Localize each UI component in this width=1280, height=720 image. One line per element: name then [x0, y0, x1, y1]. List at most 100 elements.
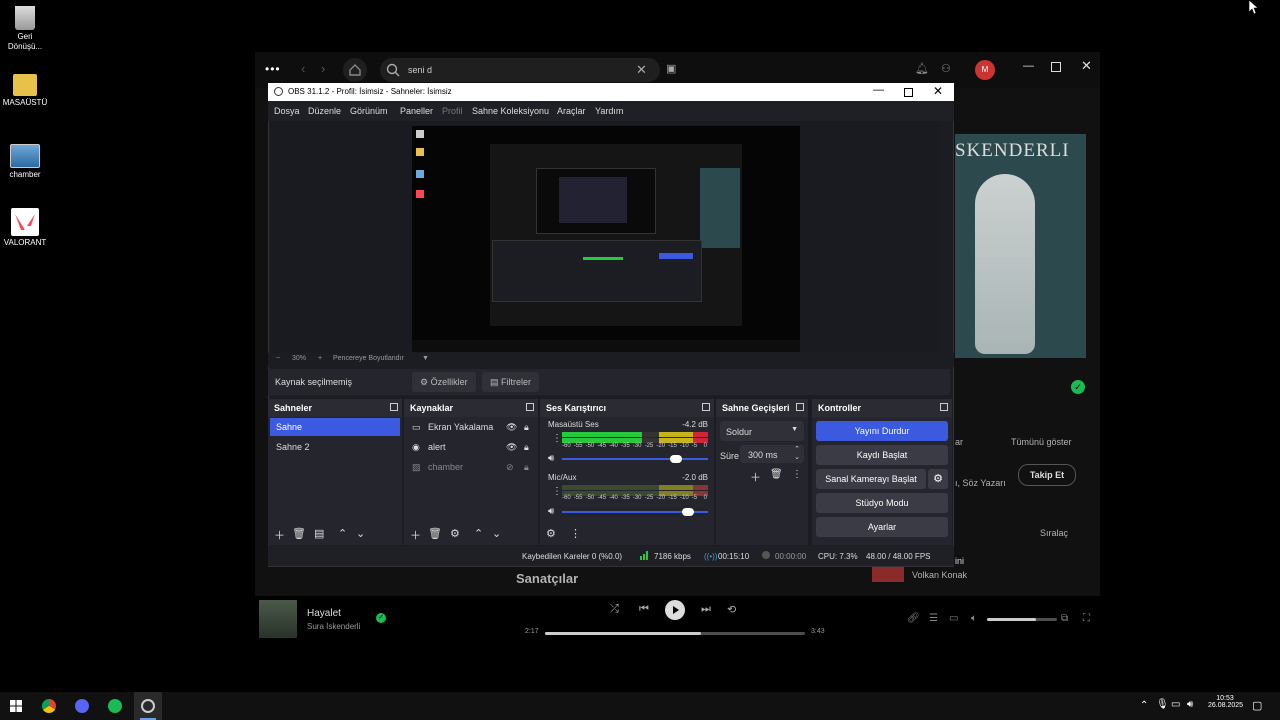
chrome-icon[interactable]: [42, 699, 56, 713]
stop-streaming-button[interactable]: Yayını Durdur: [816, 421, 948, 441]
play-button[interactable]: [665, 600, 685, 620]
more-icon[interactable]: •••: [265, 62, 281, 76]
lock-icon[interactable]: 🔒︎: [524, 418, 529, 436]
desktop-icon-chamber[interactable]: chamber: [0, 144, 50, 179]
menu-profil[interactable]: Profil: [442, 106, 463, 116]
devices-icon[interactable]: ▭: [949, 613, 958, 624]
spotify-search-input[interactable]: seni d ✕: [380, 58, 660, 82]
studio-mode-button[interactable]: Stüdyo Modu: [816, 493, 948, 513]
zoom-fit-select[interactable]: Pencereye Boyutlandır: [333, 355, 404, 362]
bell-icon[interactable]: 🔔︎: [915, 62, 929, 75]
home-button[interactable]: [343, 58, 367, 82]
transition-select[interactable]: Soldur ▼: [720, 421, 804, 441]
undock-icon[interactable]: [940, 403, 948, 411]
advanced-audio-icon[interactable]: ⚙: [546, 527, 556, 540]
add-icon[interactable]: ＋: [410, 527, 421, 543]
lock-icon[interactable]: 🔒︎: [524, 438, 529, 456]
obs-taskbar-button[interactable]: [134, 692, 162, 720]
menu-dosya[interactable]: Dosya: [274, 106, 300, 116]
menu-paneller[interactable]: Paneller: [400, 106, 433, 116]
start-recording-button[interactable]: Kaydı Başlat: [816, 445, 948, 465]
close-icon[interactable]: ✕: [1081, 58, 1092, 74]
menu-araclar[interactable]: Araçlar: [557, 106, 586, 116]
mixer-menu-icon[interactable]: ⋮: [552, 486, 562, 497]
link-icon[interactable]: 🔗︎: [907, 613, 920, 624]
friends-icon[interactable]: ⚇: [941, 62, 951, 75]
volume-slider[interactable]: [987, 618, 1057, 621]
menu-duzenle[interactable]: Düzenle: [308, 106, 341, 116]
spin-up-icon[interactable]: ⌃: [794, 445, 800, 453]
add-icon[interactable]: ＋: [274, 527, 285, 543]
volume-slider-knob[interactable]: [681, 508, 694, 516]
speaker-icon[interactable]: 🔊︎: [548, 506, 554, 517]
volume-slider-knob[interactable]: [669, 455, 682, 463]
scene-item[interactable]: Sahne: [270, 418, 400, 436]
start-virtual-camera-button[interactable]: Sanal Kamerayı Başlat: [816, 469, 926, 489]
lock-icon[interactable]: 🔒︎: [524, 458, 529, 476]
desktop-icon-recycle-bin[interactable]: Geri Dönüşü...: [0, 6, 50, 52]
volume-slider[interactable]: [562, 508, 708, 516]
source-item-chamber[interactable]: ▨ chamber ⊘ 🔒︎: [406, 458, 536, 476]
undock-icon[interactable]: [702, 403, 710, 411]
obs-close-icon[interactable]: ✕: [933, 84, 943, 98]
volume-icon[interactable]: 🔈︎: [971, 613, 977, 624]
clock[interactable]: 10:53 26.08.2025: [1208, 695, 1243, 709]
microphone-icon[interactable]: 🎙︎: [1156, 699, 1169, 710]
back-icon[interactable]: ‹: [301, 61, 305, 76]
volume-slider[interactable]: [562, 455, 708, 463]
maximize-icon[interactable]: [1051, 62, 1061, 72]
duration-spinbox[interactable]: 300 ms ⌃ ⌄: [740, 445, 804, 463]
follow-button[interactable]: Takip Et: [1018, 464, 1076, 486]
zoom-in-button[interactable]: +: [318, 355, 322, 362]
browse-icon[interactable]: ▣: [666, 62, 676, 75]
speaker-icon[interactable]: 🔊︎: [1187, 699, 1193, 710]
spin-down-icon[interactable]: ⌄: [794, 453, 800, 461]
gear-icon[interactable]: ⚙: [450, 527, 460, 540]
undock-icon[interactable]: [390, 403, 398, 411]
clear-search-icon[interactable]: ✕: [636, 62, 647, 78]
move-down-icon[interactable]: ⌄: [356, 527, 365, 540]
preview-canvas[interactable]: [412, 126, 800, 352]
obs-maximize-icon[interactable]: [904, 88, 913, 97]
repeat-icon[interactable]: ⟲: [727, 603, 736, 616]
source-item-alert[interactable]: ◉ alert 👁︎ 🔒︎: [406, 438, 536, 456]
fullscreen-icon[interactable]: ⛶: [1083, 613, 1090, 624]
desktop-icon-valorant[interactable]: VALORANT: [0, 208, 50, 247]
source-item-ekran-yakalama[interactable]: ▭ Ekran Yakalama 👁︎ 🔒︎: [406, 418, 536, 436]
undock-icon[interactable]: [796, 403, 804, 411]
windows-start-icon[interactable]: [10, 700, 22, 714]
mixer-menu-icon[interactable]: ⋮: [570, 527, 581, 540]
avatar[interactable]: M: [975, 60, 995, 80]
move-up-icon[interactable]: ⌃: [474, 527, 483, 540]
notifications-icon[interactable]: ▢: [1252, 699, 1262, 712]
scene-item[interactable]: Sahne 2: [270, 438, 400, 456]
mixer-menu-icon[interactable]: ⋮: [552, 433, 562, 444]
transition-menu-icon[interactable]: ⋮: [792, 469, 802, 480]
zoom-out-button[interactable]: −: [276, 355, 280, 362]
add-icon[interactable]: ＋: [750, 469, 761, 485]
minimize-icon[interactable]: —: [1023, 60, 1034, 72]
visibility-eye-icon[interactable]: 👁︎: [506, 418, 517, 436]
properties-button[interactable]: ⚙ Özellikler: [412, 372, 476, 392]
menu-yardim[interactable]: Yardım: [595, 106, 623, 116]
queue-icon[interactable]: ☰: [929, 613, 938, 624]
chevron-up-icon[interactable]: ⌃: [1140, 700, 1148, 711]
speaker-icon[interactable]: 🔊︎: [548, 453, 554, 464]
show-all-link[interactable]: Tümünü göster: [1011, 437, 1072, 447]
obs-minimize-icon[interactable]: —: [873, 84, 884, 96]
trash-icon[interactable]: 🗑︎: [428, 527, 442, 540]
miniplayer-icon[interactable]: ⧉: [1061, 613, 1068, 624]
forward-icon[interactable]: ›: [321, 61, 325, 76]
shuffle-icon[interactable]: ⤮: [610, 603, 619, 616]
desktop-icon-masaustu[interactable]: MASAÜSTÜ: [0, 74, 50, 107]
undock-icon[interactable]: [526, 403, 534, 411]
spotify-icon[interactable]: [108, 699, 122, 713]
move-down-icon[interactable]: ⌄: [492, 527, 501, 540]
filter-icon[interactable]: ▤: [314, 527, 324, 540]
hidden-eye-icon[interactable]: ⊘: [506, 458, 514, 476]
network-icon[interactable]: ▭: [1171, 699, 1180, 710]
settings-button[interactable]: Ayarlar: [816, 517, 948, 537]
visibility-eye-icon[interactable]: 👁︎: [506, 438, 517, 456]
chevron-down-icon[interactable]: ▼: [422, 355, 429, 362]
next-icon[interactable]: ⏭︎: [701, 603, 711, 616]
